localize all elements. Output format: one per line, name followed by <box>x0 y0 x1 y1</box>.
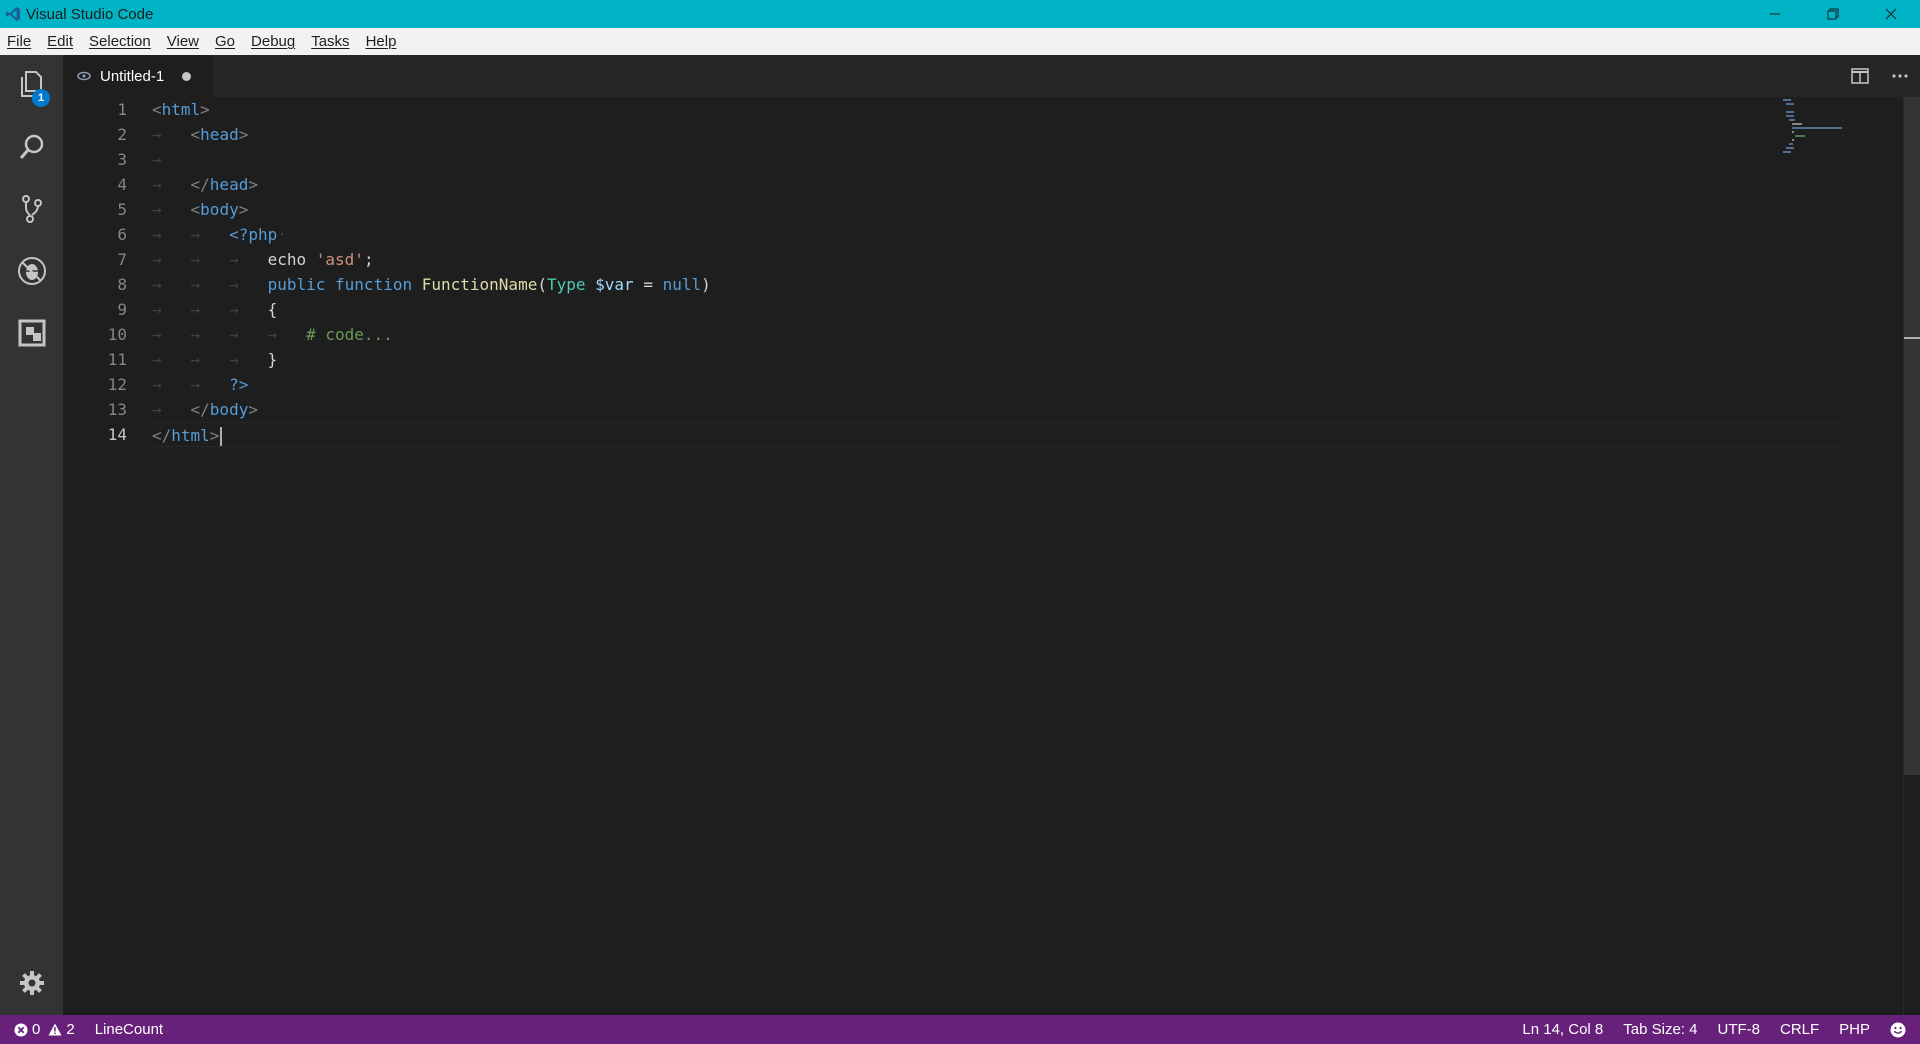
menu-tasks[interactable]: Tasks <box>311 33 349 50</box>
line-number: 9 <box>117 300 127 319</box>
line-number: 5 <box>117 200 127 219</box>
line-number: 13 <box>107 400 127 419</box>
line-count-item[interactable]: LineCount <box>95 1021 163 1038</box>
editor-actions <box>1840 55 1920 97</box>
close-button[interactable] <box>1862 0 1920 28</box>
warning-count: 2 <box>66 1021 75 1038</box>
activity-debug[interactable] <box>0 243 63 299</box>
code-line[interactable]: → → → → # code... <box>152 322 1852 347</box>
code-line[interactable]: → → <?php· <box>152 222 1852 247</box>
ellipsis-icon <box>1892 74 1908 78</box>
line-number: 8 <box>117 275 127 294</box>
encoding[interactable]: UTF-8 <box>1717 1021 1760 1038</box>
menu-help[interactable]: Help <box>366 33 397 50</box>
minimize-icon <box>1770 13 1780 15</box>
tab-size[interactable]: Tab Size: 4 <box>1623 1021 1697 1038</box>
line-number: 12 <box>107 375 127 394</box>
editor-tabs-bar: Untitled-1 <box>63 55 1920 97</box>
title-bar: Visual Studio Code <box>0 0 1920 28</box>
error-icon <box>14 1023 28 1036</box>
code-line[interactable]: <html> <box>152 97 1852 122</box>
search-icon <box>19 134 43 159</box>
line-number: 3 <box>117 150 127 169</box>
gear-icon <box>19 971 44 995</box>
smiley-icon <box>1890 1022 1906 1037</box>
minimap[interactable] <box>1783 97 1863 157</box>
line-number: 2 <box>117 125 127 144</box>
menu-debug[interactable]: Debug <box>251 33 295 50</box>
tab-label: Untitled-1 <box>100 67 165 85</box>
code-line[interactable]: → <head> <box>152 122 1852 147</box>
line-number: 10 <box>107 325 127 344</box>
error-count: 0 <box>32 1021 41 1038</box>
scrollbar-thumb[interactable] <box>1904 97 1920 775</box>
close-icon <box>1885 8 1897 20</box>
menu-selection[interactable]: Selection <box>89 33 151 50</box>
warning-icon <box>48 1023 62 1036</box>
menu-edit[interactable]: Edit <box>47 33 73 50</box>
code-line[interactable]: → <box>152 147 1852 172</box>
activity-bar: 1 <box>0 55 63 1015</box>
git-branch-icon <box>21 195 42 223</box>
vscode-logo-icon <box>0 0 26 28</box>
split-editor-icon <box>1851 68 1869 84</box>
line-number: 1 <box>117 100 127 119</box>
cursor-position-marker <box>1904 337 1920 339</box>
unsaved-dot-icon[interactable] <box>182 71 192 81</box>
more-actions-button[interactable] <box>1880 55 1920 97</box>
tab-untitled-1[interactable]: Untitled-1 <box>63 55 213 97</box>
code-line[interactable]: → <body> <box>152 197 1852 222</box>
code-line[interactable]: → </head> <box>152 172 1852 197</box>
problems-indicator[interactable]: 0 2 <box>14 1021 75 1038</box>
bug-icon <box>17 257 46 285</box>
code-area[interactable]: <html> → <head> → → </head> → <body> → →… <box>150 97 1852 447</box>
file-icon <box>77 71 91 81</box>
split-editor-button[interactable] <box>1840 55 1880 97</box>
extensions-icon <box>18 319 45 347</box>
cursor-position[interactable]: Ln 14, Col 8 <box>1522 1021 1603 1038</box>
activity-search[interactable] <box>0 119 63 175</box>
line-number: 14 <box>107 425 127 444</box>
code-line[interactable]: → → → echo 'asd'; <box>152 247 1852 272</box>
restore-icon <box>1827 8 1839 20</box>
line-number: 7 <box>117 250 127 269</box>
code-line-current[interactable]: </html> <box>150 422 1843 447</box>
line-number: 11 <box>107 350 127 369</box>
vertical-scrollbar[interactable] <box>1903 97 1920 1015</box>
window-controls <box>1746 0 1920 28</box>
menu-go[interactable]: Go <box>215 33 235 50</box>
explorer-badge: 1 <box>32 89 50 107</box>
activity-explorer[interactable]: 1 <box>0 56 63 112</box>
code-line[interactable]: → → → { <box>152 297 1852 322</box>
code-line[interactable]: → → → public function FunctionName(Type … <box>152 272 1852 297</box>
code-line[interactable]: → → ?> <box>152 372 1852 397</box>
editor[interactable]: 1 2 3 4 5 6 7 8 9 10 11 12 13 14 <html> → <head> → → … <box>63 97 1920 1015</box>
language-mode[interactable]: PHP <box>1839 1021 1870 1038</box>
menu-file[interactable]: File <box>7 33 31 50</box>
menu-bar: File Edit Selection View Go Debug Tasks … <box>0 28 1920 55</box>
line-number: 6 <box>117 225 127 244</box>
activity-extensions[interactable] <box>0 305 63 361</box>
window-title: Visual Studio Code <box>26 5 154 23</box>
restore-button[interactable] <box>1804 0 1862 28</box>
line-number: 4 <box>117 175 127 194</box>
status-bar: 0 2 LineCount Ln 14, Col 8 Tab Size: 4 U… <box>0 1015 1920 1044</box>
minimize-button[interactable] <box>1746 0 1804 28</box>
code-line[interactable]: → </body> <box>152 397 1852 422</box>
text-cursor <box>220 427 223 446</box>
menu-view[interactable]: View <box>167 33 199 50</box>
line-number-gutter: 1 2 3 4 5 6 7 8 9 10 11 12 13 14 <box>63 97 127 447</box>
feedback-button[interactable] <box>1890 1022 1906 1038</box>
activity-settings[interactable] <box>0 955 63 1011</box>
activity-source-control[interactable] <box>0 181 63 237</box>
end-of-line[interactable]: CRLF <box>1780 1021 1819 1038</box>
code-line[interactable]: → → → } <box>152 347 1852 372</box>
